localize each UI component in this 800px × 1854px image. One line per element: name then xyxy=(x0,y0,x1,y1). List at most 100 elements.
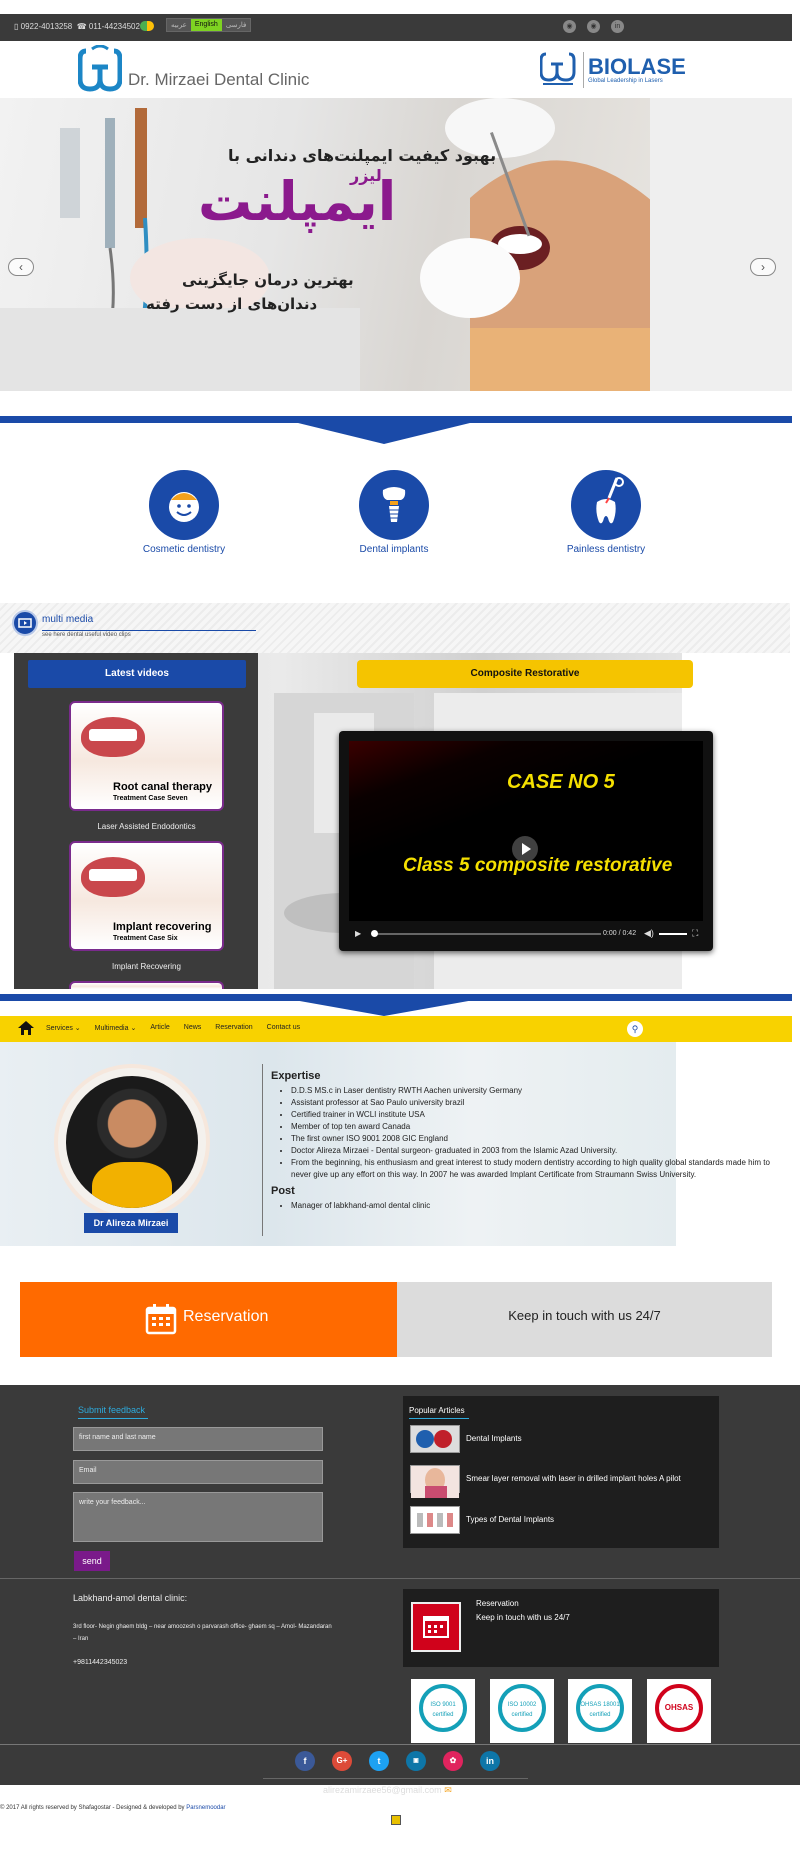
service-painless[interactable]: Painless dentistry xyxy=(521,470,691,555)
name-input[interactable]: first name and last name xyxy=(73,1427,323,1451)
article-title[interactable]: Smear layer removal with laser in drille… xyxy=(466,1474,681,1483)
social-icon-1[interactable]: ◉ xyxy=(563,20,576,33)
address-heading: Labkhand-amol dental clinic: xyxy=(73,1593,188,1603)
composite-restorative-tab[interactable]: Composite Restorative xyxy=(357,660,693,688)
nav-news[interactable]: News xyxy=(184,1024,202,1032)
article-title[interactable]: Dental Implants xyxy=(466,1434,522,1443)
hero-background-illustration xyxy=(0,98,792,391)
instagram-icon[interactable]: ▣ xyxy=(406,1751,426,1771)
video-screen[interactable]: CASE NO 5 Class 5 composite restorative xyxy=(349,741,703,921)
expertise-item: Certified trainer in WCLI institute USA xyxy=(291,1109,781,1121)
home-icon[interactable] xyxy=(18,1021,34,1035)
service-implants[interactable]: Dental implants xyxy=(309,470,479,555)
volume-icon[interactable]: ◀) xyxy=(644,928,654,939)
multimedia-header-bar xyxy=(0,603,790,653)
video-case-title: CASE NO 5 xyxy=(507,771,615,793)
search-icon[interactable]: ⚲ xyxy=(627,1021,643,1037)
send-button[interactable]: send xyxy=(74,1551,110,1571)
social-icon-2[interactable]: ◉ xyxy=(587,20,600,33)
teeth-image xyxy=(89,729,137,741)
keep-in-touch-label: Keep in touch with us 24/7 xyxy=(508,1308,661,1323)
smile-face-icon xyxy=(149,470,219,540)
contact-email[interactable]: alirezamirzaee56@gmail.com ✉ xyxy=(323,1785,452,1796)
expertise-item: D.D.S MS.c in Laser dentistry RWTH Aache… xyxy=(291,1085,781,1097)
nav-reservation[interactable]: Reservation xyxy=(215,1024,252,1032)
nav-services[interactable]: Services ⌄ xyxy=(46,1024,81,1032)
video-thumbnail-root-canal[interactable]: Root canal therapy Treatment Case Seven xyxy=(69,701,224,811)
cert-text: ISO 10002 certified xyxy=(498,1684,546,1732)
reservation-button[interactable]: Reservation xyxy=(20,1282,397,1357)
slider-next-button[interactable]: › xyxy=(750,258,776,276)
service-label: Dental implants xyxy=(359,544,429,555)
nav-items: Services ⌄ Multimedia ⌄ Article News Res… xyxy=(46,1024,300,1032)
article-item[interactable]: Dental Implants xyxy=(410,1425,710,1455)
keep-in-touch-panel[interactable]: Keep in touch with us 24/7 xyxy=(397,1282,772,1357)
doctor-bio: Expertise D.D.S MS.c in Laser dentistry … xyxy=(271,1070,781,1214)
email-address[interactable]: alirezamirzaee56@gmail.com xyxy=(323,1785,442,1795)
service-label: Cosmetic dentistry xyxy=(142,544,226,555)
address-phone: +9811442345023 xyxy=(73,1659,128,1666)
linkedin-icon[interactable]: in xyxy=(611,20,624,33)
hero-line-4: دندان‌های از دست رفته xyxy=(146,295,318,313)
player-controls: ▶ 0:00 / 0:42 ◀) ⛶ xyxy=(349,925,703,943)
top-bar: ▯ 0922-4013258 ☎ 011-44234502 عربیه Engl… xyxy=(0,14,792,41)
clinic-address-block: Labkhand-amol dental clinic: 3rd floor- … xyxy=(73,1593,333,1666)
clinic-logo-icon[interactable] xyxy=(78,45,122,93)
lang-english[interactable]: English xyxy=(190,19,222,31)
seek-bar[interactable] xyxy=(373,933,601,935)
service-cosmetic[interactable]: Cosmetic dentistry xyxy=(99,470,269,555)
main-nav: Services ⌄ Multimedia ⌄ Article News Res… xyxy=(0,1016,792,1042)
linkedin-icon[interactable]: in xyxy=(480,1751,500,1771)
hero-headline: ایمپلنت xyxy=(198,170,397,233)
article-title[interactable]: Types of Dental Implants xyxy=(466,1515,554,1524)
play-icon[interactable]: ▶ xyxy=(355,929,361,938)
video-thumbnail-partial[interactable] xyxy=(69,981,224,989)
fullscreen-icon[interactable]: ⛶ xyxy=(692,928,698,939)
facebook-icon[interactable]: f xyxy=(295,1751,315,1771)
multimedia-underline xyxy=(42,630,256,631)
slider-prev-button[interactable]: ‹ xyxy=(8,258,34,276)
email-divider xyxy=(263,1778,528,1779)
phone-icon: ☎ xyxy=(76,22,87,31)
video-caption[interactable]: Implant Recovering xyxy=(69,962,224,971)
feedback-underline xyxy=(78,1418,148,1419)
flickr-icon[interactable]: ✿ xyxy=(443,1751,463,1771)
developer-link[interactable]: Parsnemoodar xyxy=(186,1805,225,1811)
calendar-icon xyxy=(145,1304,177,1335)
article-thumbnail xyxy=(410,1425,460,1453)
lang-farsi[interactable]: فارسی xyxy=(221,19,251,31)
video-thumbnail-implant[interactable]: Implant recovering Treatment Case Six xyxy=(69,841,224,951)
article-item[interactable]: Smear layer removal with laser in drille… xyxy=(410,1465,710,1498)
seek-handle[interactable] xyxy=(371,930,378,937)
teeth-image xyxy=(89,869,137,881)
lang-arabic[interactable]: عربیه xyxy=(167,19,191,31)
feedback-textarea[interactable]: write your feedback... xyxy=(73,1492,323,1542)
calendar-icon[interactable] xyxy=(411,1602,461,1652)
language-switcher: عربیه English فارسی xyxy=(166,18,252,32)
google-plus-icon[interactable]: G+ xyxy=(332,1751,352,1771)
biolase-wordmark: BIOLASE xyxy=(588,54,686,79)
contact-phones: ▯ 0922-4013258 ☎ 011-44234502 xyxy=(14,22,140,31)
nav-contact[interactable]: Contact us xyxy=(267,1024,300,1032)
theme-toggle[interactable] xyxy=(140,21,154,31)
popular-articles-title: Popular Articles xyxy=(409,1406,465,1415)
badge-icon[interactable] xyxy=(391,1815,401,1825)
footer-divider xyxy=(0,1578,800,1579)
latest-videos-tab[interactable]: Latest videos xyxy=(28,660,246,688)
video-player[interactable]: CASE NO 5 Class 5 composite restorative … xyxy=(339,731,713,951)
clinic-name[interactable]: Dr. Mirzaei Dental Clinic xyxy=(128,70,309,90)
video-subtitle: Treatment Case Six xyxy=(113,935,178,942)
twitter-icon[interactable]: t xyxy=(369,1751,389,1771)
cert-text: OHSAS 18001 certified xyxy=(576,1684,624,1732)
hero-line-3: بهترین درمان جایگزینی xyxy=(182,271,354,289)
video-caption[interactable]: Laser Assisted Endodontics xyxy=(69,822,224,831)
nav-multimedia[interactable]: Multimedia ⌄ xyxy=(95,1024,137,1032)
nav-article[interactable]: Article xyxy=(150,1024,169,1032)
copyright: © 2017 All rights reserved by Shafagosta… xyxy=(0,1805,226,1811)
phone-number: 011-44234502 xyxy=(88,22,140,31)
footer-reservation-title[interactable]: Reservation xyxy=(476,1599,519,1608)
article-item[interactable]: Types of Dental Implants xyxy=(410,1506,710,1536)
laser-tooth-icon xyxy=(571,470,641,540)
volume-slider[interactable] xyxy=(659,933,687,935)
email-input[interactable]: Email xyxy=(73,1460,323,1484)
